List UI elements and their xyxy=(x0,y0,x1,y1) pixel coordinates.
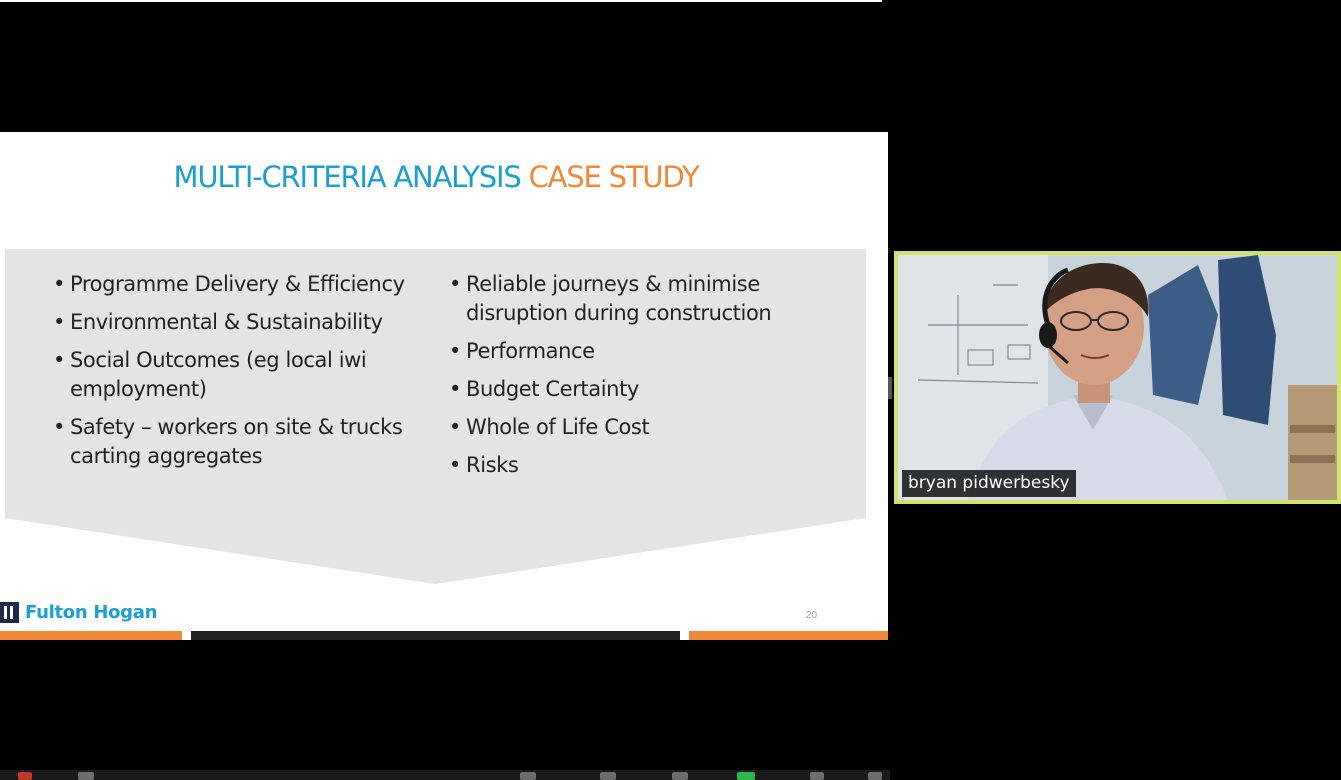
right-bullet-list: Reliable journeys & minimise disruption … xyxy=(449,270,849,489)
list-item: Programme Delivery & Efficiency xyxy=(53,270,433,299)
more-options-icon[interactable] xyxy=(868,772,882,780)
fulton-hogan-logo: Fulton Hogan xyxy=(0,600,157,624)
list-item: Reliable journeys & minimise disruption … xyxy=(449,270,849,328)
meeting-toolbar xyxy=(0,770,890,780)
participant-video-tile[interactable]: bryan pidwerbesky xyxy=(894,251,1341,504)
slide-title-accent: CASE STUDY xyxy=(528,160,700,194)
video-feed xyxy=(898,255,1337,500)
slide-title-main: MULTI-CRITERIA ANALYSIS xyxy=(173,160,522,194)
slide-title: MULTI-CRITERIA ANALYSIS CASE STUDY xyxy=(0,160,872,194)
shared-slide: MULTI-CRITERIA ANALYSIS CASE STUDY Progr… xyxy=(0,132,888,640)
logo-text: Fulton Hogan xyxy=(25,601,158,623)
share-screen-icon[interactable] xyxy=(737,772,755,780)
video-camera-icon[interactable] xyxy=(78,772,94,780)
meeting-stage: MULTI-CRITERIA ANALYSIS CASE STUDY Progr… xyxy=(0,0,1341,780)
list-item: Risks xyxy=(449,451,849,480)
participant-name-label: bryan pidwerbesky xyxy=(902,470,1076,497)
mute-mic-icon[interactable] xyxy=(18,772,32,780)
fh-logo-icon xyxy=(0,601,19,623)
list-item: Safety – workers on site & trucks cartin… xyxy=(53,413,433,471)
split-view-drag-handle[interactable] xyxy=(888,377,892,399)
chat-icon[interactable] xyxy=(600,772,616,780)
list-item: Budget Certainty xyxy=(449,375,849,404)
list-item: Performance xyxy=(449,337,849,366)
participants-icon[interactable] xyxy=(520,772,536,780)
footer-bar-right xyxy=(689,631,888,640)
list-item: Social Outcomes (eg local iwi employment… xyxy=(53,346,433,404)
left-bullet-list: Programme Delivery & Efficiency Environm… xyxy=(53,270,433,480)
list-item: Whole of Life Cost xyxy=(449,413,849,442)
footer-bar-left xyxy=(0,631,182,640)
footer-bar-middle xyxy=(191,631,680,640)
slide-page-number: 20 xyxy=(806,610,818,621)
top-edge-strip xyxy=(0,0,882,2)
list-item: Environmental & Sustainability xyxy=(53,308,433,337)
reactions-icon[interactable] xyxy=(672,772,688,780)
record-icon[interactable] xyxy=(810,772,824,780)
